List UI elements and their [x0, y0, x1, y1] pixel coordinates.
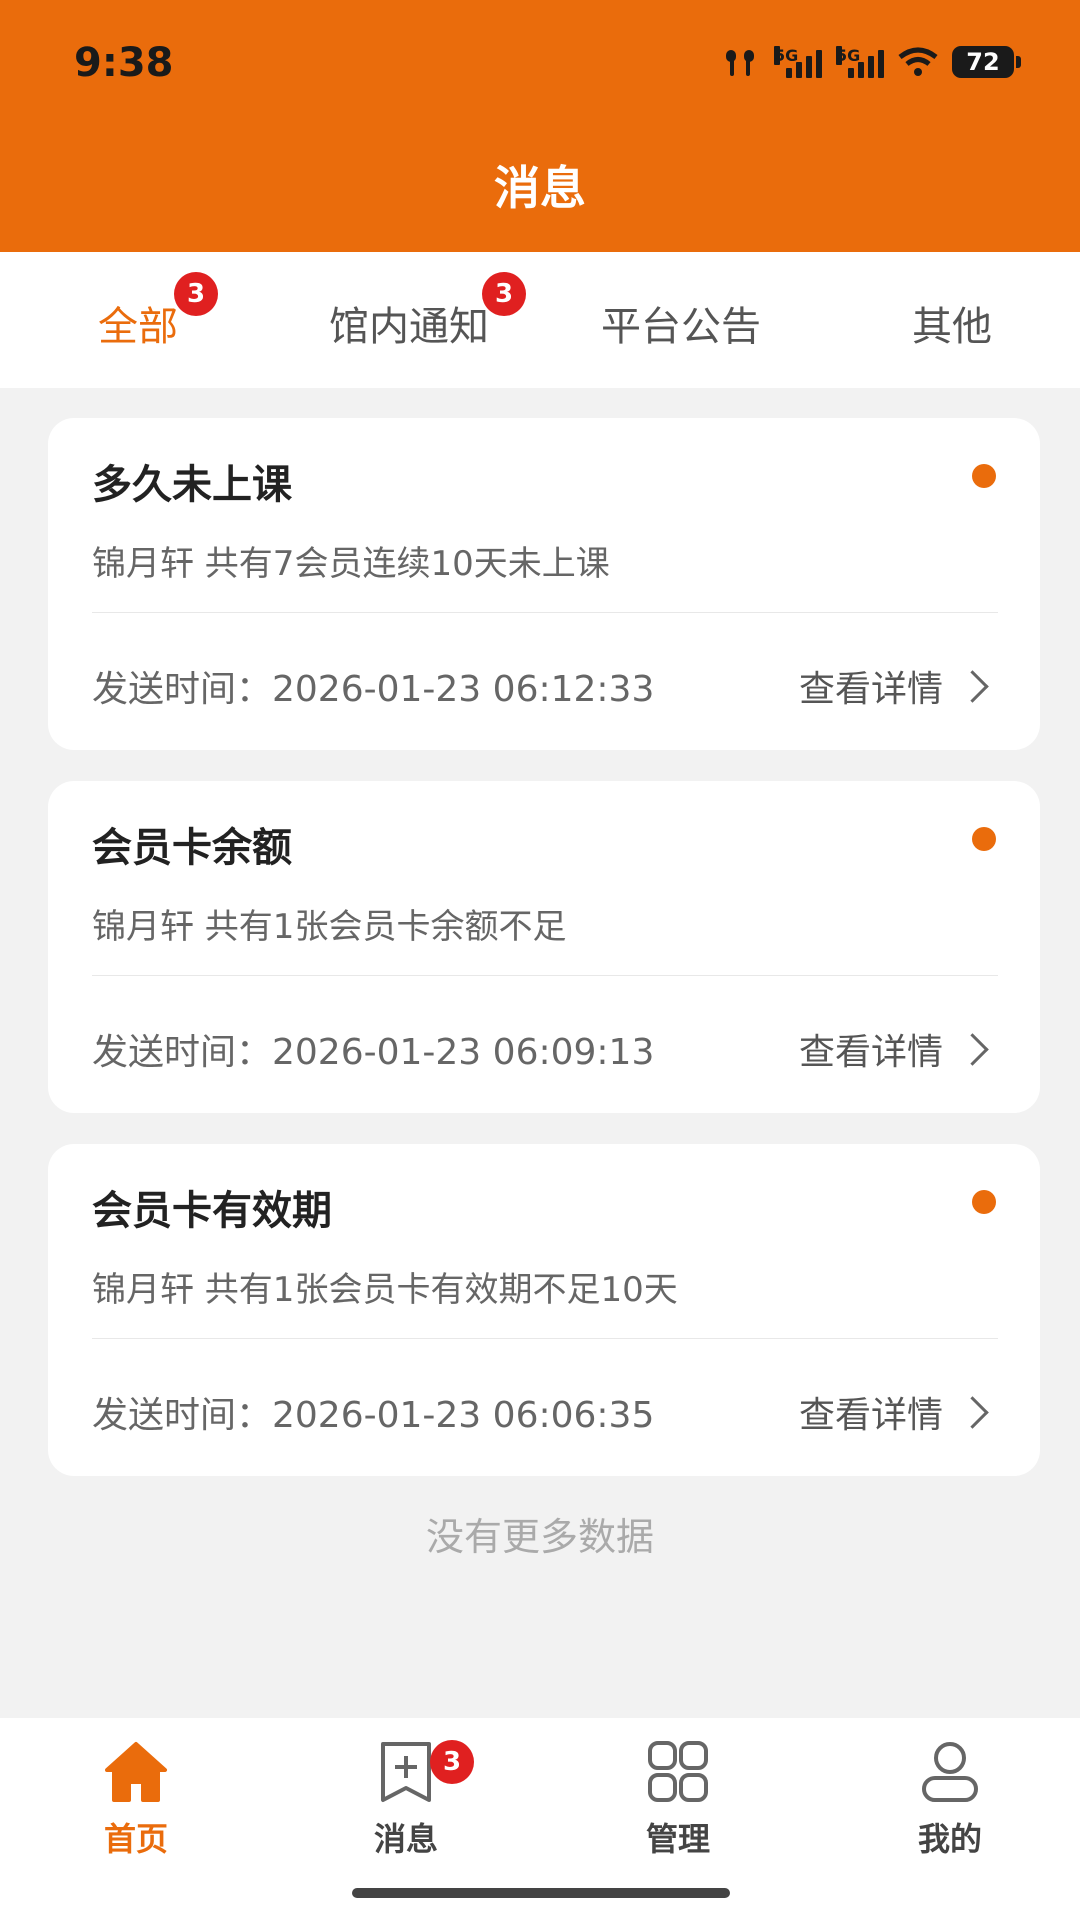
message-time: 发送时间：2026-01-23 06:12:33	[92, 669, 655, 710]
user-icon	[922, 1742, 978, 1802]
tab-all-badge: 3	[174, 272, 218, 316]
view-details-label: 查看详情	[798, 669, 943, 710]
battery-icon: 72	[952, 46, 1021, 78]
home-indicator[interactable]	[352, 1888, 730, 1898]
nav-profile-label: 我的	[917, 1820, 982, 1858]
unread-dot	[972, 827, 996, 851]
tab-other-label: 其他	[912, 304, 992, 350]
tab-all[interactable]: 全部 3	[96, 272, 218, 352]
chevron-right-icon	[956, 669, 989, 703]
page-title: 消息	[494, 161, 586, 215]
status-icons: 5G 5G 72	[722, 46, 1021, 78]
message-title: 会员卡余额	[92, 825, 292, 871]
no-more-data-text: 没有更多数据	[425, 1515, 654, 1559]
nav-messages-label: 消息	[373, 1820, 438, 1858]
nav-messages-badge: 3	[430, 1740, 474, 1784]
message-card[interactable]: 会员卡余额 锦月轩 共有1张会员卡余额不足 发送时间：2026-01-23 06…	[48, 781, 1040, 1113]
cellular-signal-2-icon: 5G	[836, 46, 884, 78]
wifi-icon	[898, 47, 938, 76]
bottom-navigation: 首页 3 消息 管理 我的	[0, 1718, 1080, 1920]
app-header: 9:38 5G 5G 72 消息	[0, 0, 1080, 252]
message-title: 会员卡有效期	[92, 1188, 332, 1234]
divider	[92, 612, 998, 613]
cellular-signal-1-icon: 5G	[774, 46, 822, 78]
message-title: 多久未上课	[92, 462, 292, 508]
chevron-right-icon	[956, 1395, 989, 1429]
status-time: 9:38	[74, 40, 174, 86]
view-details-link[interactable]: 查看详情	[799, 1023, 992, 1075]
network-type-1: 5G	[774, 46, 799, 65]
divider	[92, 975, 998, 976]
tab-all-label: 全部	[98, 304, 178, 350]
nav-manage-label: 管理	[645, 1820, 710, 1858]
unread-dot	[972, 1190, 996, 1214]
message-description: 锦月轩 共有1张会员卡余额不足	[92, 907, 567, 947]
view-details-link[interactable]: 查看详情	[799, 1386, 992, 1438]
tab-venue-notice-badge: 3	[482, 272, 526, 316]
unread-dot	[972, 464, 996, 488]
message-card[interactable]: 多久未上课 锦月轩 共有7会员连续10天未上课 发送时间：2026-01-23 …	[48, 418, 1040, 750]
nav-home-label: 首页	[103, 1820, 168, 1858]
nav-manage[interactable]: 管理	[618, 1740, 738, 1860]
tab-platform-announcement[interactable]: 平台公告	[598, 294, 764, 352]
view-details-label: 查看详情	[798, 1395, 943, 1436]
home-icon	[105, 1742, 167, 1802]
message-description: 锦月轩 共有7会员连续10天未上课	[92, 544, 610, 584]
message-time: 发送时间：2026-01-23 06:06:35	[92, 1395, 655, 1436]
tab-platform-announcement-label: 平台公告	[601, 304, 761, 350]
message-tabs: 全部 3 馆内通知 3 平台公告 其他	[0, 252, 1080, 388]
nav-home[interactable]: 首页	[76, 1740, 196, 1860]
tab-venue-notice[interactable]: 馆内通知 3	[326, 272, 526, 352]
divider	[92, 1338, 998, 1339]
nav-profile[interactable]: 我的	[890, 1740, 1010, 1860]
earbuds-icon	[726, 50, 754, 76]
tab-other[interactable]: 其他	[910, 294, 994, 352]
message-icon	[381, 1742, 431, 1802]
chevron-right-icon	[956, 1032, 989, 1066]
view-details-link[interactable]: 查看详情	[799, 660, 992, 712]
message-time: 发送时间：2026-01-23 06:09:13	[92, 1032, 655, 1073]
message-card[interactable]: 会员卡有效期 锦月轩 共有1张会员卡有效期不足10天 发送时间：2026-01-…	[48, 1144, 1040, 1476]
view-details-label: 查看详情	[798, 1032, 943, 1073]
tab-venue-notice-label: 馆内通知	[329, 304, 489, 350]
nav-messages[interactable]: 3 消息	[346, 1740, 474, 1860]
grid-icon	[648, 1741, 708, 1802]
message-description: 锦月轩 共有1张会员卡有效期不足10天	[92, 1270, 678, 1310]
network-type-2: 5G	[836, 46, 861, 65]
